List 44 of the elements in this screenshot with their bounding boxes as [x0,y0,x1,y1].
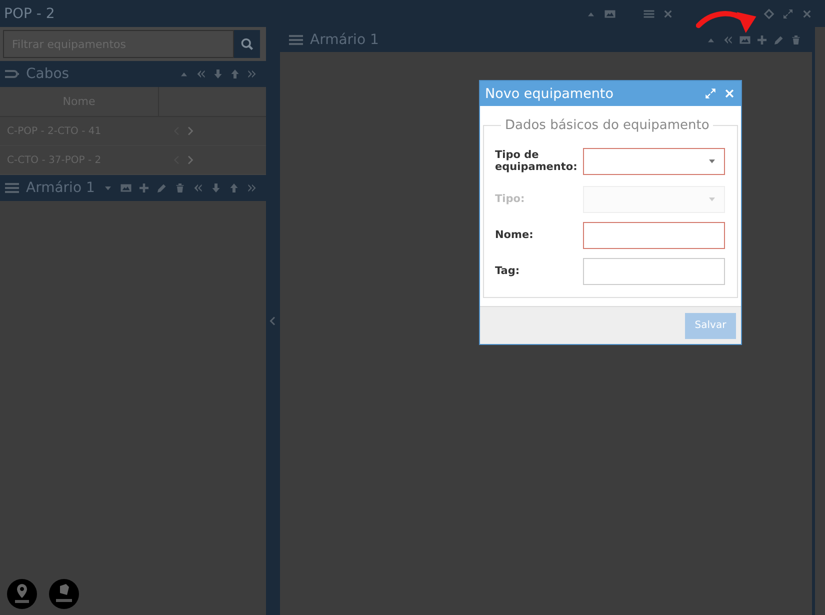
search-button[interactable] [234,30,260,58]
image-icon[interactable] [604,8,616,20]
section-title: Cabos [26,66,70,82]
down-arrow-icon[interactable] [212,68,224,80]
down-arrow-icon[interactable] [210,182,222,194]
annotation-arrow [696,11,756,33]
trash-icon[interactable] [790,34,802,46]
menu-icon[interactable] [643,8,655,20]
double-left-icon[interactable] [195,68,207,80]
field-label: Tag: [495,265,521,277]
expand-icon[interactable] [704,87,717,100]
up-arrow-icon[interactable] [229,68,241,80]
field-label: Tipo: [495,193,526,205]
search-icon [240,37,254,51]
up-arrow-icon[interactable] [228,182,240,194]
plus-icon[interactable] [138,182,150,194]
dialog-title: Novo equipamento [485,86,614,102]
pencil-icon[interactable] [156,182,168,194]
logo-icon [7,579,37,609]
section-title: Armário 1 [26,180,95,196]
logo-icon [49,579,79,609]
double-right-icon[interactable] [246,68,258,80]
fieldset-legend: Dados básicos do equipamento [501,118,714,133]
close-icon[interactable] [662,8,674,20]
field-label: Tipo de equipamento: [495,149,578,173]
image-icon[interactable] [739,34,751,46]
window-title: POP - 2 [4,6,55,22]
expand-icon[interactable] [782,8,794,20]
close-icon[interactable] [723,87,736,100]
panel-title: Armário 1 [310,32,379,48]
trash-icon[interactable] [174,182,186,194]
select-field[interactable] [583,148,725,174]
field-label: Nome: [495,229,534,241]
double-left-icon[interactable] [192,182,204,194]
menu-icon[interactable] [4,180,20,196]
plus-icon[interactable] [756,34,768,46]
input-field[interactable] [583,258,725,284]
double-left-icon[interactable] [722,34,734,46]
pencil-icon[interactable] [773,34,785,46]
double-right-icon[interactable] [246,182,258,194]
input-field[interactable] [583,222,725,248]
diamond-icon[interactable] [763,8,775,20]
close-icon[interactable] [801,8,813,20]
image-icon[interactable] [120,182,132,194]
